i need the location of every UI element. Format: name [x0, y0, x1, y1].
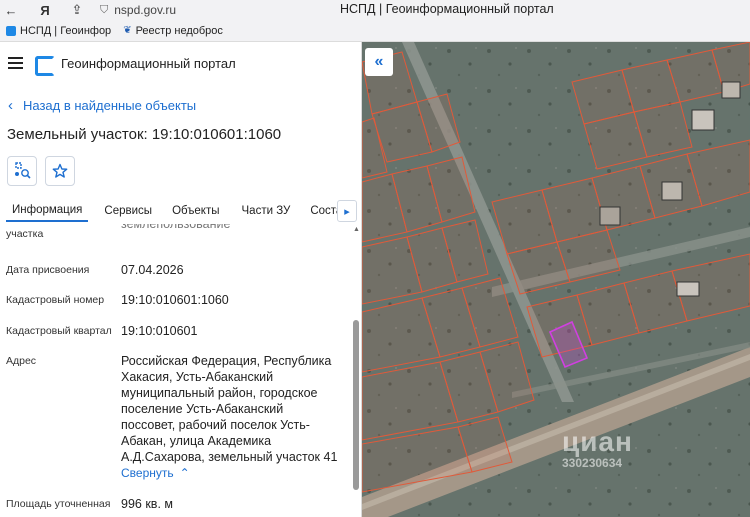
address-bar[interactable]: ⛉ nspd.gov.ru: [100, 2, 176, 18]
double-chevron-left-icon: «: [374, 53, 384, 70]
chevron-left-icon: ‹: [8, 97, 13, 114]
back-to-results-link[interactable]: ‹ Назад в найденные объекты: [8, 97, 196, 114]
address-line: Абакан, улица Академика: [121, 434, 272, 448]
map-view[interactable]: « циан 330230634: [362, 42, 750, 517]
bookmark-label: НСПД | Геоинфор: [20, 24, 112, 37]
address-line: муниципальный район, городское: [121, 386, 318, 400]
favorite-button[interactable]: [45, 156, 75, 186]
browser-topbar: ← Я ⇪ ⛉ nspd.gov.ru НСПД | Геоинформацио…: [0, 0, 750, 20]
yandex-button[interactable]: Я: [34, 0, 56, 20]
address-line: А.Д.Сахарова, земельный участок 41: [121, 450, 338, 464]
url-text: nspd.gov.ru: [114, 3, 177, 17]
collapse-label: Свернуть: [121, 466, 174, 480]
property-value: 996 кв. м: [121, 497, 173, 511]
property-value: землепользование: [121, 224, 231, 231]
portal-logo-icon: [35, 55, 55, 76]
tabs-scroll-right-button[interactable]: ▸: [337, 200, 357, 222]
tab-objects[interactable]: Объекты: [166, 200, 225, 222]
chevron-right-icon: ▸: [344, 205, 350, 218]
property-label: Дата присвоения: [6, 264, 90, 276]
share-icon[interactable]: ⇪: [66, 0, 88, 20]
house: [676, 281, 700, 297]
tab-bar: Информация Сервисы Объекты Части ЗУ Сост…: [0, 200, 361, 222]
parcel-search-button[interactable]: [7, 156, 37, 186]
watermark-id: 330230634: [562, 456, 623, 470]
star-icon: [52, 163, 68, 178]
house: [599, 206, 621, 226]
tab-services[interactable]: Сервисы: [98, 200, 158, 222]
collapse-panel-button[interactable]: «: [365, 48, 393, 76]
house: [661, 181, 683, 201]
address-value: Российская Федерация, Республика Хакасия…: [121, 353, 346, 481]
properties-scrollbar[interactable]: ▲: [352, 224, 360, 517]
tab-information[interactable]: Информация: [6, 200, 89, 222]
address-line: Российская Федерация, Республика: [121, 354, 332, 368]
nspd-favicon-icon: [6, 25, 16, 36]
property-label: Площадь уточненная: [6, 498, 111, 510]
property-value: 07.04.2026: [121, 263, 184, 277]
parcel-search-icon: [15, 162, 31, 179]
back-arrow-icon[interactable]: ←: [0, 0, 22, 20]
collapse-address-link[interactable]: Свернуть ⌃: [121, 465, 190, 481]
property-label: Кадастровый номер: [6, 294, 105, 306]
property-label: Кадастровый квартал: [6, 325, 112, 337]
emblem-icon: ❦: [123, 24, 132, 36]
property-label: участка: [6, 228, 44, 240]
bookmark-registry[interactable]: ❦ Реестр недоброс: [123, 25, 223, 37]
scroll-up-icon[interactable]: ▲: [353, 226, 360, 233]
scroll-thumb[interactable]: [353, 320, 359, 490]
window-title: НСПД | Геоинформационный портал: [340, 2, 554, 16]
bookmarks-bar: НСПД | Геоинфор ❦ Реестр недоброс: [0, 20, 750, 42]
back-link-label: Назад в найденные объекты: [23, 98, 197, 113]
address-line: поссовет, рабочий поселок Усть-: [121, 418, 310, 432]
shield-icon: ⛉: [100, 3, 109, 16]
app-header: Геоинформационный портал: [0, 42, 361, 84]
chevron-up-icon: ⌃: [179, 466, 190, 480]
page-title: Земельный участок: 19:10:010601:1060: [7, 126, 282, 143]
address-line: поселение Усть-Абаканский: [121, 402, 284, 416]
bookmark-nspd[interactable]: НСПД | Геоинфор: [6, 25, 111, 37]
tab-parcel-parts[interactable]: Части ЗУ: [236, 200, 297, 222]
property-value: 19:10:010601: [121, 324, 198, 338]
property-value: 19:10:010601:1060: [121, 293, 229, 307]
app-title: Геоинформационный портал: [61, 55, 236, 71]
house: [721, 81, 741, 99]
satellite-map: [362, 42, 750, 517]
property-label: Адрес: [6, 355, 37, 367]
watermark-logo: циан: [562, 426, 633, 457]
properties-list: участка землепользование Дата присвоения…: [0, 224, 352, 517]
address-line: Хакасия, Усть-Абаканский: [121, 370, 274, 384]
info-panel: Геоинформационный портал ‹ Назад в найде…: [0, 42, 362, 517]
house: [691, 109, 715, 131]
menu-icon[interactable]: [8, 57, 23, 69]
bookmark-label: Реестр недоброс: [135, 24, 223, 37]
